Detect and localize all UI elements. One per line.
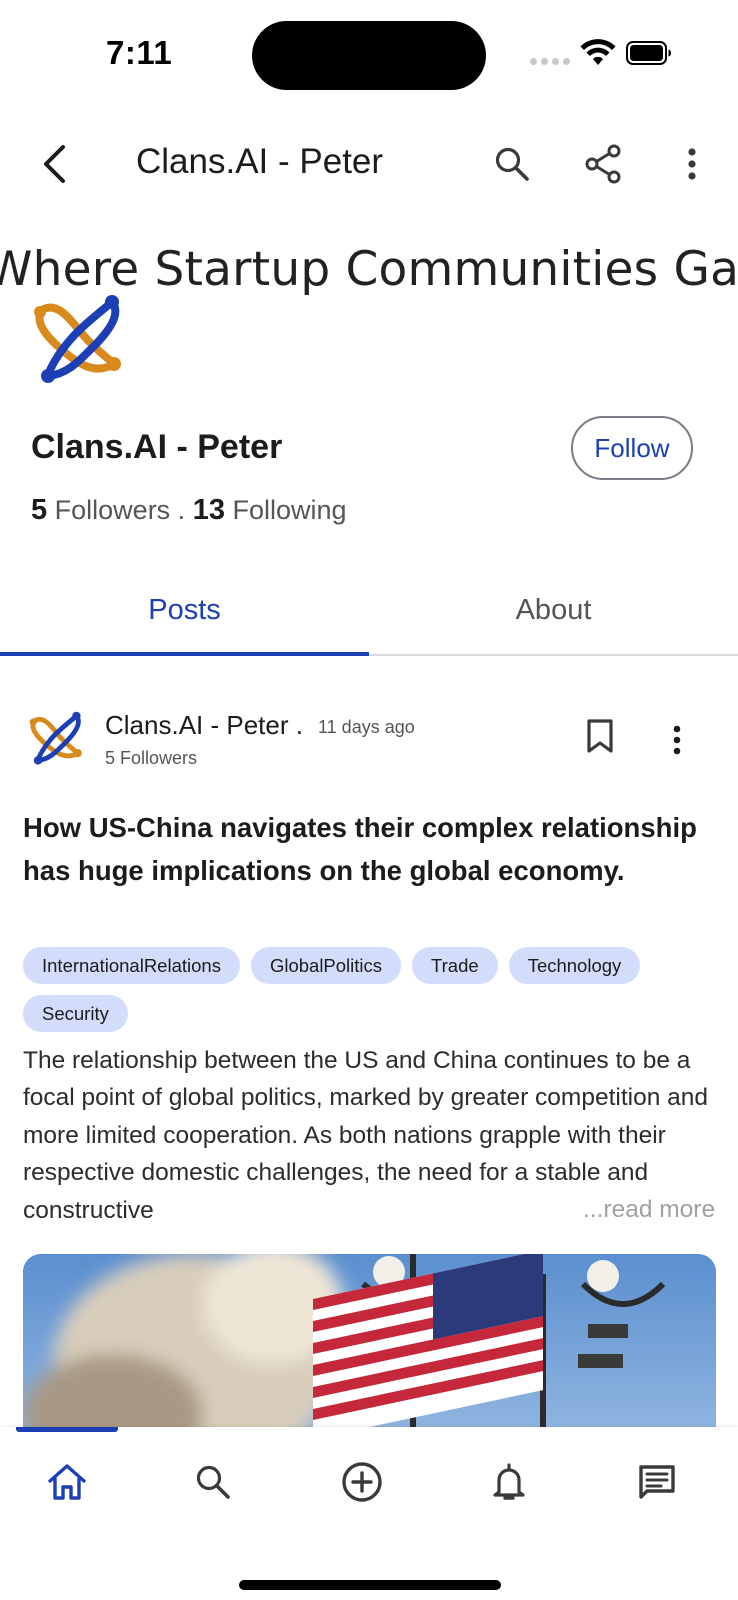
- nav-home[interactable]: [42, 1457, 92, 1507]
- followers-count: 5: [31, 494, 48, 526]
- post-timestamp: 11 days ago: [318, 717, 415, 737]
- page-title: Clans.AI - Peter: [136, 142, 384, 181]
- following-label[interactable]: Following: [232, 495, 346, 525]
- bookmark-button[interactable]: [586, 718, 622, 758]
- dynamic-island: [252, 21, 486, 90]
- add-circle-icon: [342, 1462, 382, 1502]
- active-tab-indicator: [0, 652, 369, 656]
- more-vertical-icon: [688, 148, 696, 180]
- nav-create-post[interactable]: [337, 1457, 387, 1507]
- chat-icon: [639, 1465, 675, 1499]
- search-button[interactable]: [488, 140, 536, 188]
- chevron-left-icon: [44, 145, 65, 183]
- clans-logo: [34, 295, 121, 383]
- share-icon: [585, 144, 621, 184]
- bottom-navigation: [0, 1427, 738, 1600]
- post-author-name[interactable]: Clans.AI - Peter .: [105, 710, 303, 741]
- search-icon: [495, 147, 529, 181]
- wifi-icon: [580, 39, 616, 65]
- tag-chip[interactable]: InternationalRelations: [23, 947, 240, 984]
- tab-posts[interactable]: Posts: [0, 566, 369, 654]
- profile-tabs: Posts About: [0, 566, 738, 656]
- post-title[interactable]: How US-China navigates their complex rel…: [23, 806, 723, 892]
- following-count: 13: [192, 494, 225, 526]
- tab-about[interactable]: About: [369, 566, 738, 654]
- tag-chip[interactable]: GlobalPolitics: [250, 947, 402, 984]
- tag-chip[interactable]: Trade: [412, 947, 498, 984]
- status-time: 7:11: [106, 34, 173, 71]
- author-avatar[interactable]: [26, 710, 86, 770]
- share-button[interactable]: [579, 140, 627, 188]
- profile-name: Clans.AI - Peter: [31, 428, 283, 466]
- more-options-button[interactable]: [668, 140, 716, 188]
- bell-icon: [493, 1463, 525, 1500]
- home-icon: [48, 1464, 86, 1500]
- follow-stats: 5 Followers . 13 Following: [31, 494, 347, 527]
- post-more-button[interactable]: [664, 720, 690, 760]
- more-vertical-icon: [673, 725, 681, 755]
- followers-label[interactable]: Followers .: [55, 495, 186, 525]
- back-button[interactable]: [34, 140, 74, 188]
- post-author-followers: 5 Followers: [105, 748, 198, 768]
- tag-chip[interactable]: Technology: [508, 947, 641, 984]
- search-icon: [196, 1465, 230, 1499]
- nav-search[interactable]: [188, 1457, 238, 1507]
- cellular-signal-icon: [530, 58, 570, 65]
- tag-chip[interactable]: Security: [23, 995, 128, 1032]
- nav-notifications[interactable]: [484, 1457, 534, 1507]
- banner-tagline: Where Startup Communities Gather: [0, 242, 738, 297]
- status-bar: 7:11: [0, 0, 738, 100]
- top-app-bar: Clans.AI - Peter: [0, 128, 738, 200]
- flag-photo: [23, 1254, 716, 1429]
- battery-icon: [626, 41, 671, 65]
- home-indicator: [239, 1580, 501, 1590]
- follow-button[interactable]: Follow: [571, 416, 693, 480]
- bookmark-icon: [587, 719, 613, 753]
- read-more-link[interactable]: ...read more: [571, 1196, 716, 1224]
- nav-active-indicator: [16, 1427, 118, 1432]
- post-image[interactable]: [23, 1254, 716, 1429]
- post-tags: InternationalRelations GlobalPolitics Tr…: [23, 947, 723, 1032]
- nav-messages[interactable]: [632, 1457, 682, 1507]
